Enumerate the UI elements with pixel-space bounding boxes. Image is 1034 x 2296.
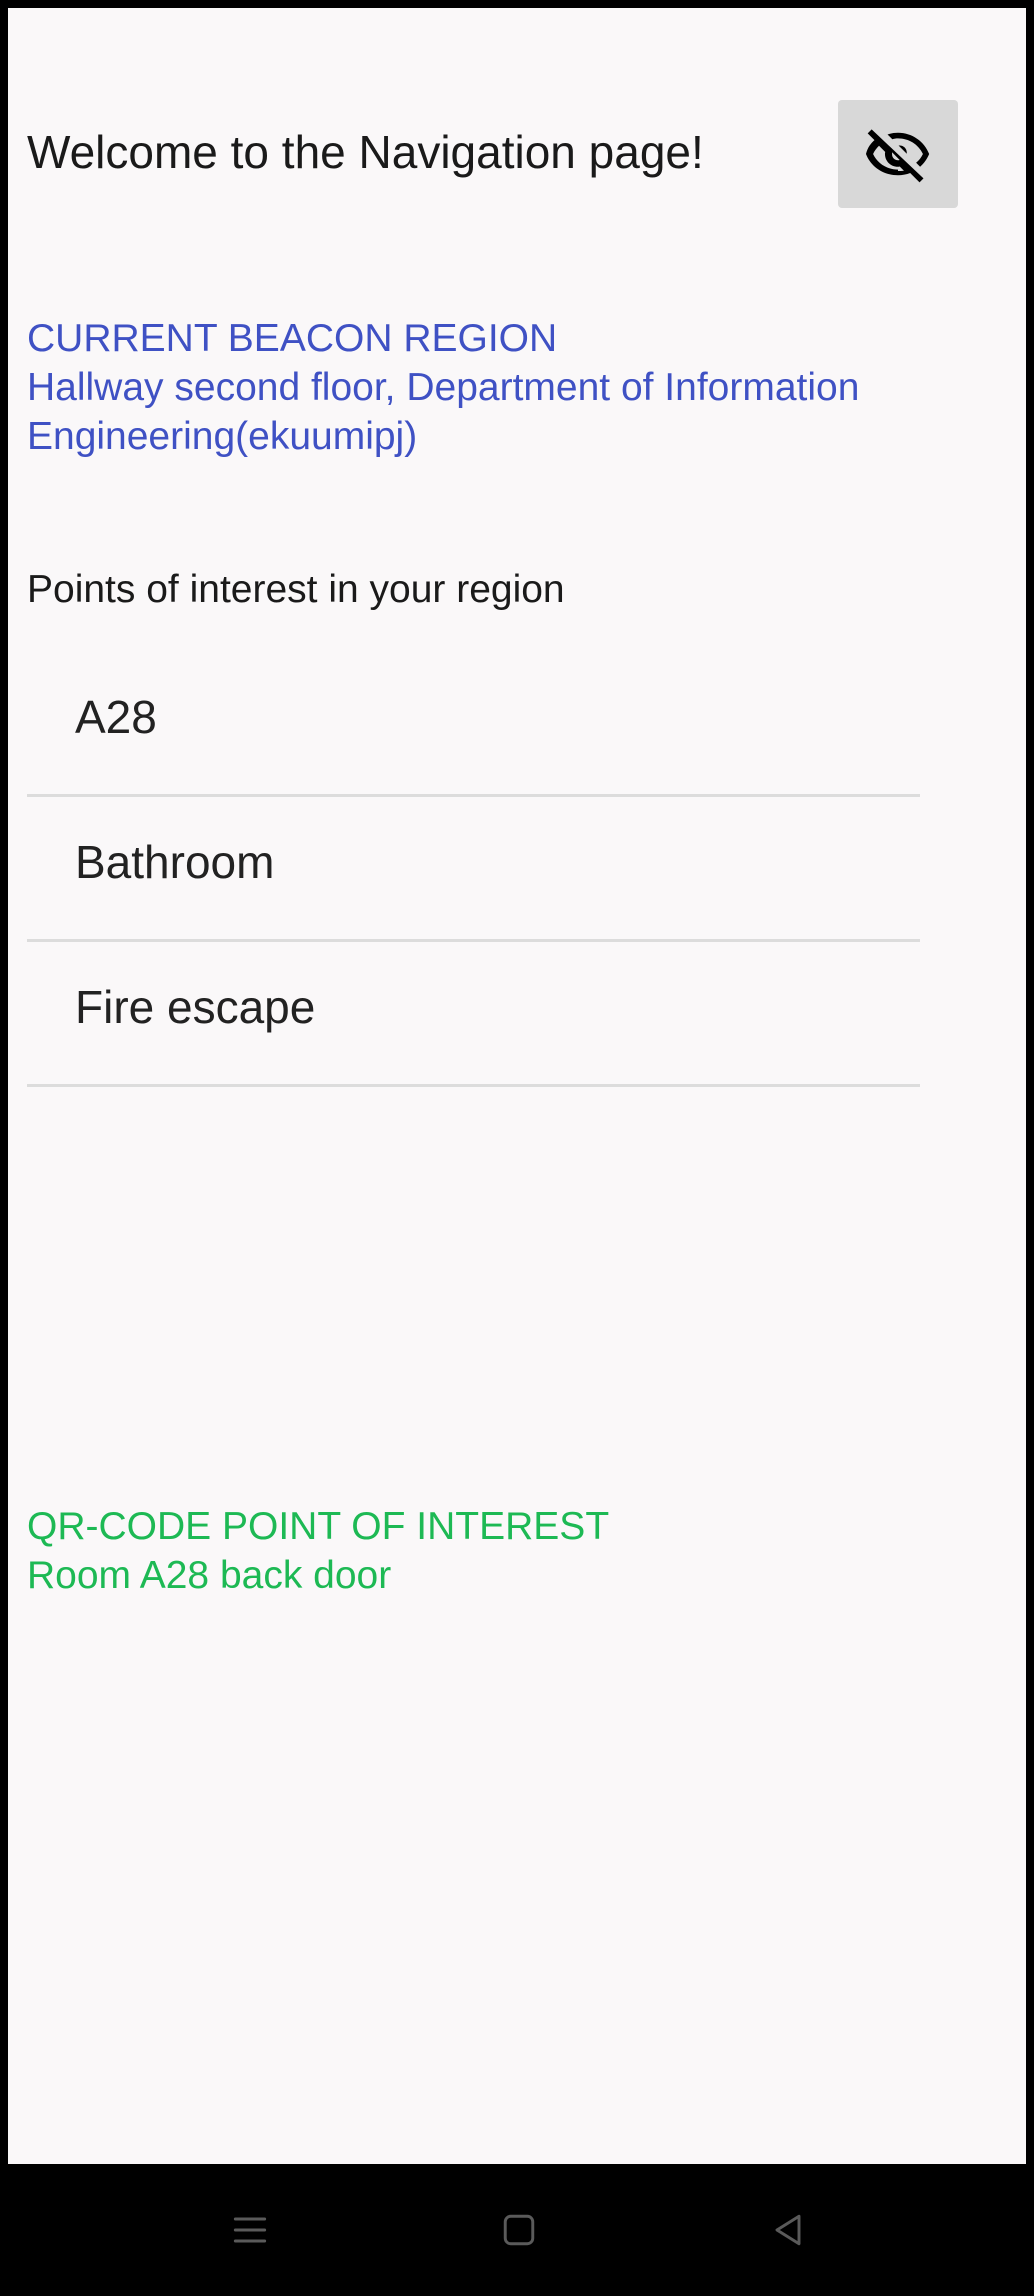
poi-label: Fire escape (75, 981, 316, 1033)
qr-value: Room A28 back door (27, 1554, 392, 1597)
beacon-region: CURRENT BEACON REGION Hallway second flo… (27, 314, 1007, 461)
beacon-heading: CURRENT BEACON REGION (27, 317, 558, 360)
home-square-icon (503, 2214, 535, 2246)
menu-button[interactable] (220, 2204, 280, 2256)
back-button[interactable] (758, 2204, 818, 2256)
poi-label: Bathroom (75, 836, 275, 888)
beacon-location-line1: Hallway second floor, Department of Info… (27, 366, 860, 409)
poi-heading: Points of interest in your region (27, 568, 565, 611)
menu-icon (233, 2217, 267, 2243)
eye-off-icon (865, 129, 930, 183)
qr-heading: QR-CODE POINT OF INTEREST (27, 1505, 610, 1548)
beacon-location-line2: Engineering(ekuumipj) (27, 415, 418, 458)
visibility-toggle-button[interactable] (838, 100, 958, 208)
system-navigation-bar (0, 2164, 1034, 2296)
list-item[interactable]: Fire escape (27, 942, 920, 1087)
home-button[interactable] (489, 2204, 549, 2256)
qr-point-of-interest: QR-CODE POINT OF INTEREST Room A28 back … (27, 1502, 609, 1600)
poi-label: A28 (75, 691, 157, 743)
list-item[interactable]: A28 (27, 652, 920, 797)
back-triangle-icon (775, 2214, 801, 2246)
app-screen: Welcome to the Navigation page! CURRENT … (8, 8, 1026, 2164)
list-item[interactable]: Bathroom (27, 797, 920, 942)
poi-list: A28 Bathroom Fire escape (27, 652, 920, 1087)
page-title: Welcome to the Navigation page! (27, 126, 704, 178)
